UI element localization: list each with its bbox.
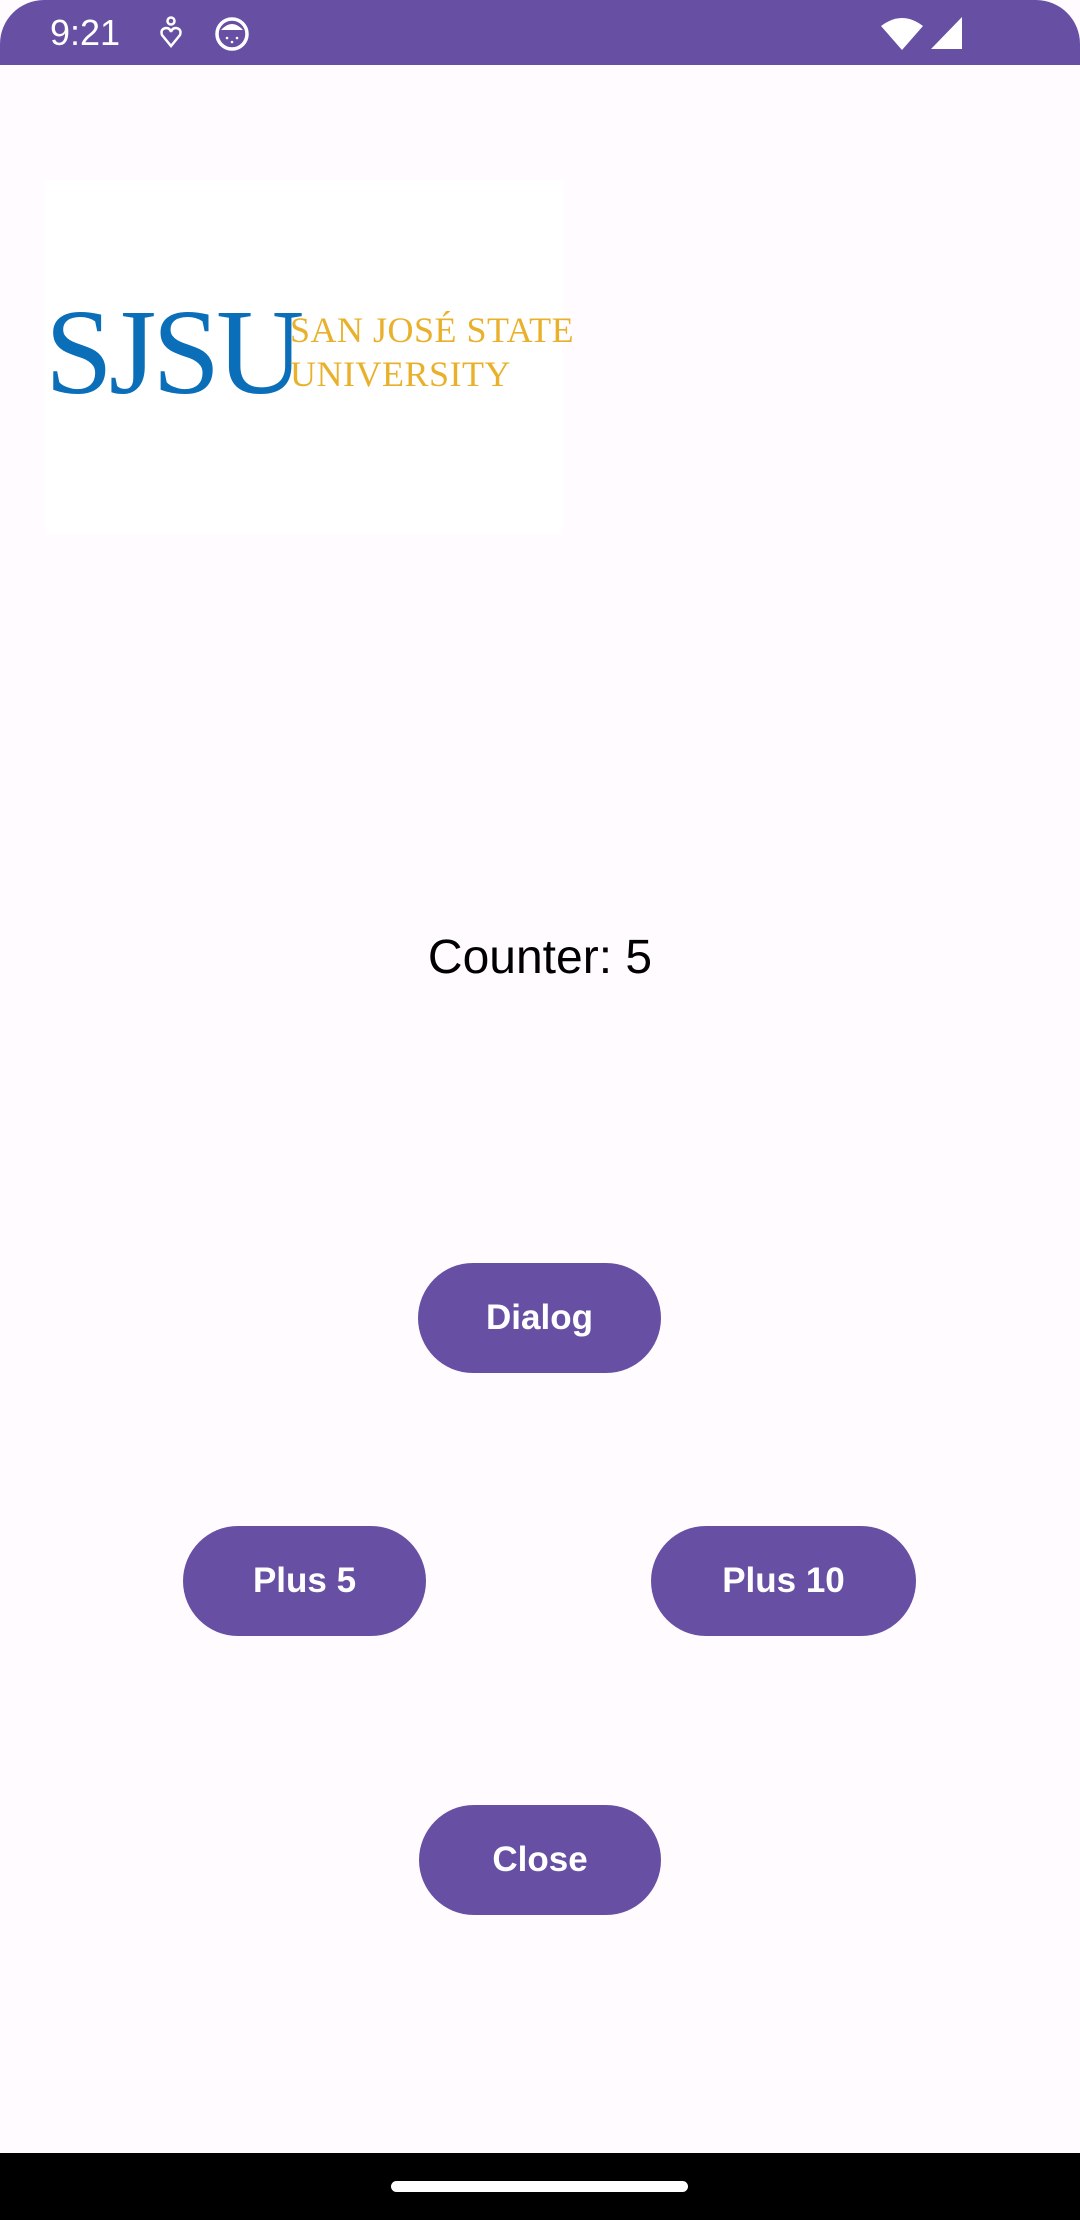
logo-mark: SJSU bbox=[45, 285, 304, 420]
status-bar: 9:21 bbox=[0, 0, 1080, 65]
logo-name-line1: SAN JOSÉ STATE bbox=[290, 310, 575, 350]
logo-name: SAN JOSÉ STATE UNIVERSITY bbox=[290, 308, 574, 396]
cell-signal-icon bbox=[931, 17, 962, 49]
wifi-icon bbox=[881, 18, 923, 50]
android-debug-icon bbox=[215, 17, 249, 51]
logo-name-line2: UNIVERSITY bbox=[290, 354, 511, 394]
status-time: 9:21 bbox=[50, 12, 121, 53]
counter-text: Counter: 5 bbox=[427, 931, 653, 984]
plus-10-button[interactable]: Plus 10 bbox=[651, 1526, 916, 1636]
navigation-bar bbox=[0, 2153, 1080, 2220]
sjsu-logo: SJSU SAN JOSÉ STATE UNIVERSITY bbox=[45, 180, 574, 535]
close-button[interactable]: Close bbox=[419, 1805, 661, 1915]
home-gesture-handle[interactable] bbox=[391, 2181, 688, 2192]
dialog-button[interactable]: Dialog bbox=[418, 1263, 661, 1373]
accessibility-icon bbox=[160, 16, 182, 48]
plus-5-button[interactable]: Plus 5 bbox=[183, 1526, 426, 1636]
